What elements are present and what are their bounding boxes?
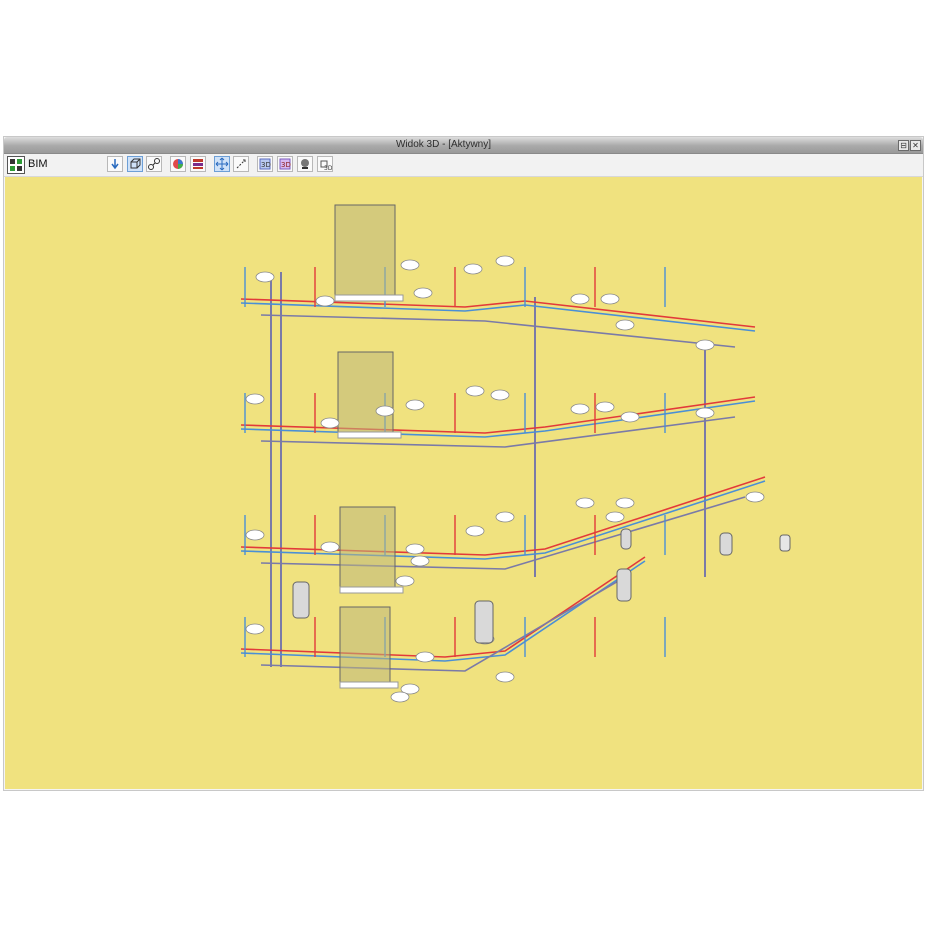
sanitary-fixture — [245, 529, 265, 541]
link-icon[interactable] — [146, 156, 162, 172]
water-heater — [620, 528, 632, 550]
sanitary-fixture — [605, 511, 625, 523]
sanitary-fixture — [410, 555, 430, 567]
bim-label: BIM — [28, 158, 48, 170]
shower-tray — [334, 294, 404, 302]
water-heater — [474, 600, 494, 644]
3d-viewport[interactable] — [5, 177, 922, 789]
sanitary-fixture — [395, 575, 415, 587]
sanitary-fixture — [615, 497, 635, 509]
section-icon[interactable]: 3D — [277, 156, 293, 172]
zoom-icon[interactable]: 3D — [257, 156, 273, 172]
plumbing-3d-model — [240, 204, 791, 703]
sanitary-fixture — [413, 287, 433, 299]
sanitary-fixture — [245, 393, 265, 405]
sanitary-fixture — [375, 405, 395, 417]
sanitary-fixture — [615, 319, 635, 331]
sanitary-fixture — [405, 399, 425, 411]
water-heater — [719, 532, 733, 556]
sanitary-fixture — [465, 525, 485, 537]
render-icon[interactable] — [297, 156, 313, 172]
sanitary-fixture — [620, 411, 640, 423]
sanitary-fixture — [465, 385, 485, 397]
sanitary-fixture — [490, 389, 510, 401]
svg-text:3D: 3D — [261, 161, 271, 169]
hot-water-pipe — [240, 396, 756, 434]
sanitary-fixture — [255, 271, 275, 283]
sanitary-fixture — [745, 491, 765, 503]
sanitary-fixture — [495, 671, 515, 683]
shower-cabin — [339, 606, 391, 683]
sanitary-fixture — [600, 293, 620, 305]
water-heater — [292, 581, 310, 619]
shower-cabin — [337, 351, 394, 433]
water-heater — [616, 568, 632, 602]
sanitary-fixture — [570, 403, 590, 415]
sanitary-fixture — [570, 293, 590, 305]
sanitary-fixture — [400, 259, 420, 271]
sanitary-fixture — [463, 263, 483, 275]
sanitary-fixture — [390, 691, 410, 703]
window-titlebar[interactable]: Widok 3D - [Aktywny] ⊟ ✕ — [4, 137, 923, 154]
sanitary-fixture — [695, 339, 715, 351]
bim-mode-icon[interactable] — [7, 156, 25, 174]
3d-icon[interactable]: 3D — [317, 156, 333, 172]
sanitary-fixture — [495, 511, 515, 523]
viewer-3d-window: Widok 3D - [Aktywny] ⊟ ✕ BIM 3D 3D 3D — [3, 136, 924, 791]
sanitary-fixture — [695, 407, 715, 419]
cube-view-icon[interactable] — [127, 156, 143, 172]
sanitary-fixture — [495, 255, 515, 267]
shower-cabin — [339, 506, 396, 588]
sanitary-fixture — [415, 651, 435, 663]
sanitary-fixture — [320, 541, 340, 553]
sanitary-fixture — [320, 417, 340, 429]
svg-text:3D: 3D — [324, 165, 332, 171]
pan-icon[interactable] — [214, 156, 230, 172]
shower-cabin — [334, 204, 396, 296]
shower-tray — [339, 586, 404, 594]
sanitary-fixture — [245, 623, 265, 635]
color-wheel-icon[interactable] — [170, 156, 186, 172]
restore-icon[interactable]: ⊟ — [898, 140, 909, 151]
rotate-icon[interactable] — [233, 156, 249, 172]
sanitary-fixture — [405, 543, 425, 555]
drain-pipe — [260, 314, 736, 348]
sanitary-fixture — [595, 401, 615, 413]
shower-tray — [339, 681, 399, 689]
bim-toolbar: BIM 3D 3D 3D — [4, 154, 923, 177]
boiler — [779, 534, 791, 552]
layers-icon[interactable] — [190, 156, 206, 172]
window-title: Widok 3D - [Aktywny] — [395, 139, 492, 150]
shower-tray — [337, 431, 402, 439]
view-orient-icon[interactable] — [107, 156, 123, 172]
sanitary-fixture — [575, 497, 595, 509]
close-icon[interactable]: ✕ — [910, 140, 921, 151]
svg-text:3D: 3D — [281, 161, 291, 169]
sanitary-fixture — [315, 295, 335, 307]
